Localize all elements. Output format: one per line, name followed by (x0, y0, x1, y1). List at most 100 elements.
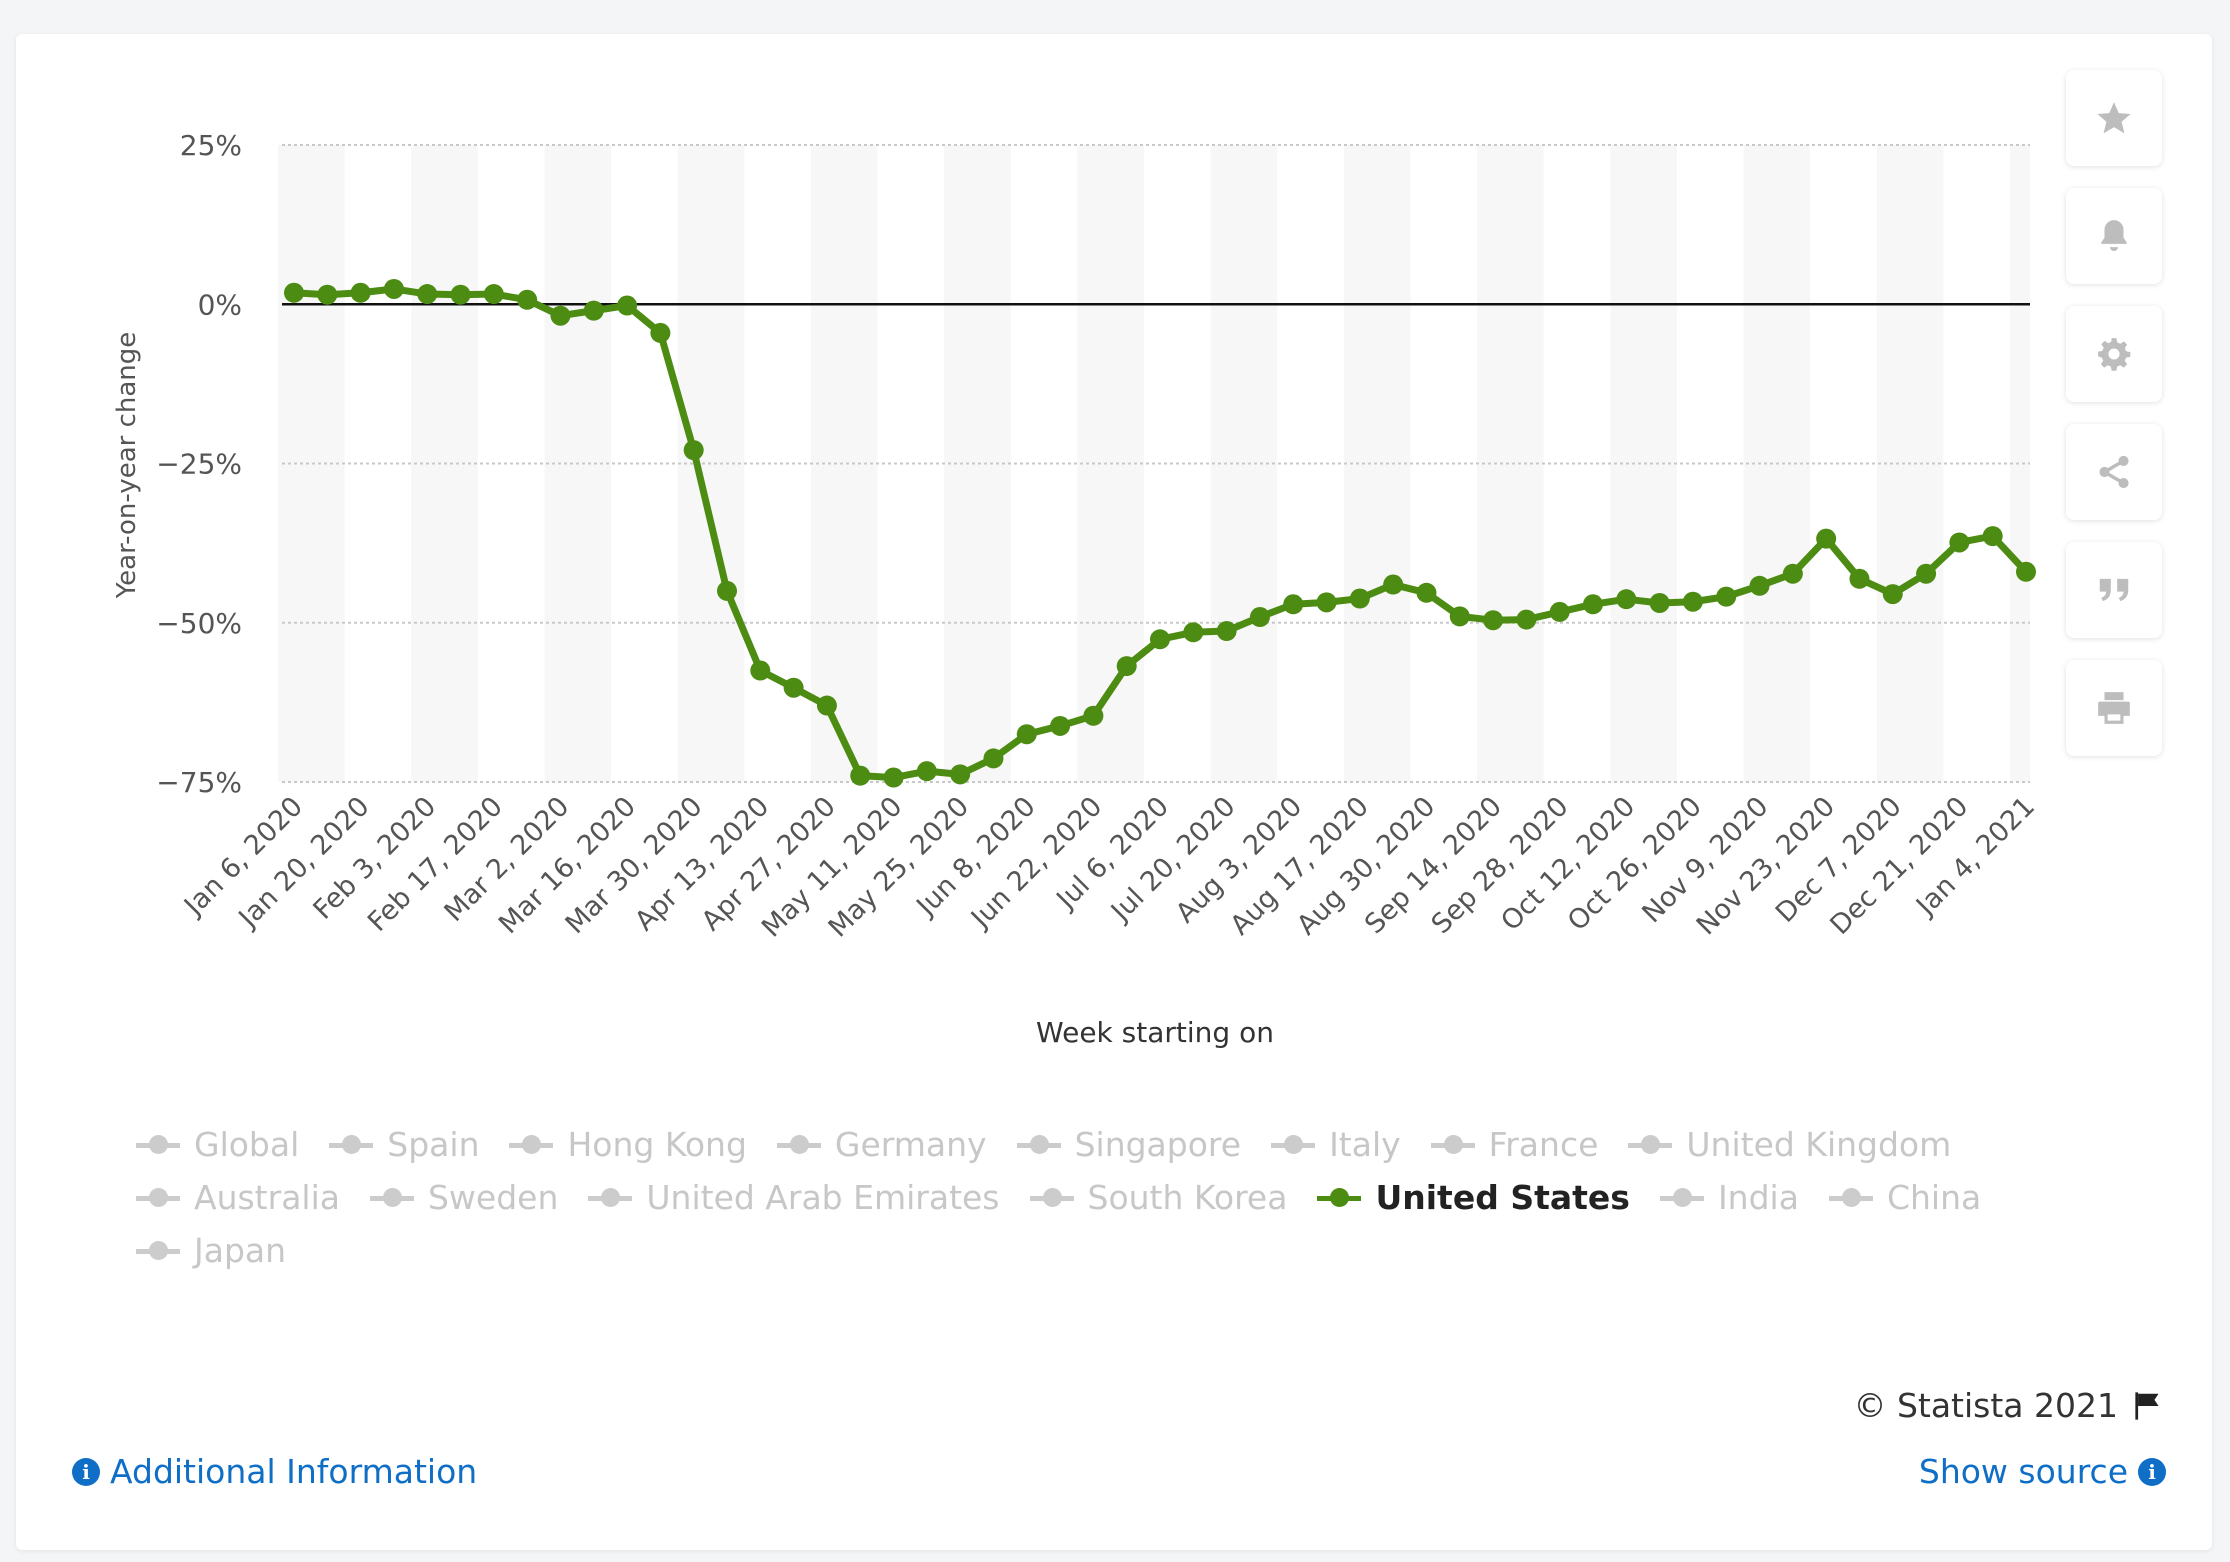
legend-label: Japan (194, 1231, 287, 1270)
data-point[interactable] (517, 289, 538, 310)
data-point[interactable] (1116, 656, 1137, 677)
data-point[interactable] (1616, 589, 1637, 610)
print-icon (2098, 692, 2130, 724)
y-tick-label: −25% (156, 448, 242, 481)
data-point[interactable] (750, 660, 771, 681)
favorite-button[interactable] (2066, 70, 2162, 166)
legend-swatch (1317, 1187, 1362, 1208)
data-point[interactable] (683, 440, 704, 461)
data-point[interactable] (350, 282, 371, 303)
legend-item[interactable]: United Arab Emirates (588, 1178, 1000, 1217)
data-point[interactable] (317, 284, 338, 305)
y-axis-ticks: 25% 0% −25% −50% −75% (156, 129, 242, 799)
data-point[interactable] (1516, 609, 1537, 630)
data-point[interactable] (983, 748, 1004, 769)
data-point[interactable] (583, 300, 604, 321)
data-point[interactable] (1849, 568, 1870, 589)
legend-item[interactable]: China (1828, 1178, 1982, 1217)
data-point[interactable] (617, 295, 638, 316)
gear-icon (2098, 338, 2131, 371)
data-point[interactable] (284, 282, 304, 303)
data-point[interactable] (1483, 610, 1504, 631)
data-point[interactable] (1583, 594, 1603, 615)
data-point[interactable] (916, 761, 937, 782)
legend-swatch (588, 1187, 633, 1208)
data-point[interactable] (483, 284, 504, 305)
chart: 25% 0% −25% −50% −75% Jan 6, 2020Jan 20, 202… (112, 129, 2041, 1049)
legend-item[interactable]: France (1430, 1125, 1599, 1164)
data-point[interactable] (650, 322, 671, 343)
legend-item[interactable]: Italy (1271, 1125, 1401, 1164)
legend-item[interactable]: Singapore (1016, 1125, 1241, 1164)
data-point[interactable] (1716, 586, 1737, 607)
data-point[interactable] (2016, 561, 2036, 582)
legend-item[interactable]: Germany (776, 1125, 987, 1164)
data-point[interactable] (550, 305, 571, 326)
data-point[interactable] (1982, 526, 2003, 547)
data-point[interactable] (1816, 528, 1837, 549)
legend-item[interactable]: India (1659, 1178, 1799, 1217)
data-point[interactable] (1349, 588, 1370, 609)
data-point[interactable] (450, 284, 471, 305)
data-point[interactable] (783, 677, 804, 698)
legend-item[interactable]: Japan (136, 1231, 286, 1270)
legend-item[interactable]: United Kingdom (1628, 1125, 1951, 1164)
data-point[interactable] (1216, 621, 1237, 642)
data-point[interactable] (1782, 563, 1803, 584)
legend-item[interactable]: Australia (136, 1178, 340, 1217)
data-point[interactable] (717, 580, 737, 601)
data-point[interactable] (1283, 594, 1304, 615)
legend-label: United States (1375, 1178, 1630, 1217)
legend-item[interactable]: United States (1317, 1178, 1630, 1217)
additional-information-label: Additional Information (110, 1452, 478, 1491)
data-point[interactable] (1183, 622, 1204, 643)
show-source-link[interactable]: Show source i (1919, 1452, 2166, 1491)
data-point[interactable] (1050, 715, 1071, 736)
legend-label: France (1488, 1125, 1599, 1164)
data-point[interactable] (1016, 724, 1037, 745)
data-point[interactable] (950, 764, 971, 785)
data-point[interactable] (1383, 574, 1404, 595)
data-point[interactable] (1416, 582, 1437, 603)
data-point[interactable] (1649, 593, 1670, 614)
data-point[interactable] (1749, 575, 1770, 596)
copyright-text: © Statista 2021 (1853, 1386, 2118, 1425)
legend-item[interactable]: Global (136, 1125, 299, 1164)
additional-information-link[interactable]: i Additional Information (72, 1452, 477, 1491)
data-point[interactable] (1949, 532, 1970, 553)
data-point[interactable] (883, 767, 904, 788)
data-point[interactable] (1882, 584, 1903, 605)
data-point[interactable] (1083, 705, 1104, 726)
legend-item[interactable]: Spain (329, 1125, 479, 1164)
data-point[interactable] (850, 765, 871, 786)
data-point[interactable] (1682, 591, 1703, 612)
legend-swatch (1628, 1134, 1673, 1155)
cite-button[interactable] (2066, 542, 2162, 638)
copyright: © Statista 2021 (1853, 1386, 2166, 1425)
legend-item[interactable]: South Korea (1029, 1178, 1287, 1217)
legend-label: China (1886, 1178, 1982, 1217)
share-icon (2099, 455, 2129, 489)
data-point[interactable] (383, 278, 404, 299)
quote-icon (2099, 578, 2129, 602)
data-point[interactable] (417, 284, 438, 305)
data-point[interactable] (1249, 607, 1270, 628)
data-point[interactable] (1549, 601, 1570, 622)
legend-swatch (1430, 1134, 1475, 1155)
column-band (810, 145, 878, 782)
legend-item[interactable]: Sweden (369, 1178, 558, 1217)
y-tick-label: 0% (198, 288, 242, 321)
data-point[interactable] (1316, 592, 1337, 613)
legend-item[interactable]: Hong Kong (509, 1125, 747, 1164)
print-button[interactable] (2066, 660, 2162, 756)
share-button[interactable] (2066, 424, 2162, 520)
settings-button[interactable] (2066, 306, 2162, 402)
data-point[interactable] (1916, 563, 1937, 584)
flag-icon[interactable] (2132, 1391, 2166, 1421)
data-point[interactable] (1449, 606, 1470, 627)
data-point[interactable] (1150, 629, 1170, 650)
legend-label: India (1717, 1178, 1799, 1217)
legend-swatch (1659, 1187, 1704, 1208)
notification-button[interactable] (2066, 188, 2162, 284)
data-point[interactable] (816, 695, 837, 716)
